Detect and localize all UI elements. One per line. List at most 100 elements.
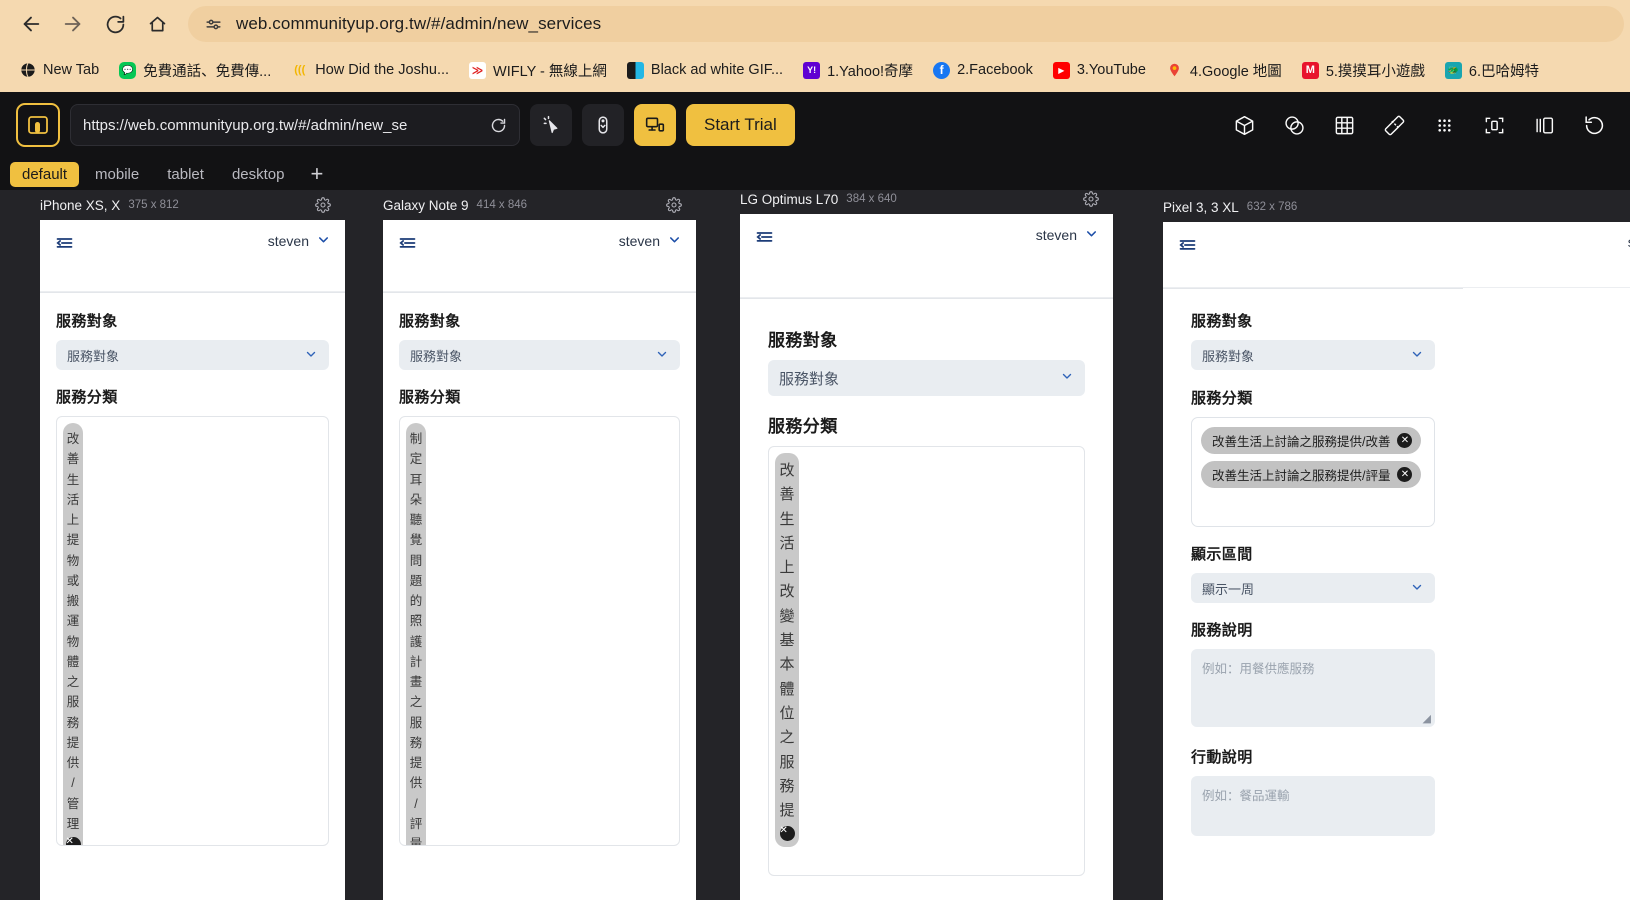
bookmark-item[interactable]: 4.Google 地圖 [1157, 56, 1291, 85]
back-button[interactable] [12, 5, 50, 43]
display-period-select[interactable]: 顯示一周 [1191, 573, 1435, 603]
home-button[interactable] [138, 5, 176, 43]
device-settings-gear-icon[interactable] [315, 197, 331, 213]
bookmark-item[interactable]: M 5.摸摸耳小遊戲 [1293, 56, 1434, 85]
user-name-label: steven [618, 233, 660, 249]
start-trial-button[interactable]: Start Trial [686, 104, 795, 146]
service-target-select[interactable]: 服務對象 [399, 340, 680, 370]
vertical-chip-char: 畫 [409, 675, 423, 689]
service-category-multiselect[interactable]: 改善生活上提物或搬運物體之服務提供 / 管理 ✕ [56, 416, 329, 846]
device-preset-tab-default[interactable]: default [10, 161, 80, 187]
bookmark-item[interactable]: ≫ WIFLY - 無線上網 [460, 56, 616, 85]
chevron-down-icon [655, 347, 669, 364]
forward-button[interactable] [54, 5, 92, 43]
youtube-icon: ▶ [1052, 61, 1070, 79]
emulated-page-header: steven [40, 220, 345, 292]
device-viewport[interactable]: steven 服務對象 服務對象 服務分類 改善生活上討論之服務提供/改善 ✕ … [1163, 222, 1630, 900]
vertical-chip-char: 評 [409, 816, 423, 831]
category-chip[interactable]: 改善生活上討論之服務提供/評量 ✕ [1201, 461, 1422, 488]
device-viewport[interactable]: steven 服務對象 服務對象 服務分類 改善生活上改變基本體位之服務提 ✕ [740, 214, 1113, 900]
vertical-chip-char: 本 [779, 656, 795, 674]
sizzy-logo-icon[interactable] [16, 103, 60, 147]
site-settings-icon[interactable] [202, 13, 224, 35]
focus-mode-icon[interactable] [1474, 105, 1514, 145]
bookmark-item[interactable]: 💬 免費通話、免費傳... [110, 56, 280, 85]
pointer-sync-button[interactable] [530, 104, 572, 146]
vertical-chip-char: / [71, 776, 75, 791]
service-target-select[interactable]: 服務對象 [1191, 340, 1435, 370]
device-preset-tab-tablet[interactable]: tablet [155, 162, 216, 187]
service-target-select[interactable]: 服務對象 [56, 340, 329, 370]
device-settings-gear-icon[interactable] [1083, 191, 1099, 207]
device-size-label: 414 x 846 [476, 199, 528, 211]
resize-grip-icon[interactable]: ◢ [1423, 712, 1431, 725]
category-chip[interactable]: 制定耳朵聽覺問題的照護計畫之服務提供/評量 ✕ [406, 423, 426, 845]
three-d-view-icon[interactable] [1224, 105, 1264, 145]
vertical-chip-char: 聽 [409, 513, 423, 527]
display-period-select-value: 顯示一周 [1202, 581, 1255, 597]
category-chip[interactable]: 改善生活上討論之服務提供/改善 ✕ [1201, 427, 1422, 454]
remove-chip-icon[interactable]: ✕ [65, 837, 81, 845]
remove-chip-icon[interactable]: ✕ [1397, 433, 1413, 448]
collapse-menu-icon[interactable] [54, 232, 75, 253]
bookmark-item[interactable]: Y! 1.Yahoo!奇摩 [794, 56, 922, 85]
vertical-chip-char: 上 [779, 559, 795, 577]
service-category-multiselect[interactable]: 改善生活上改變基本體位之服務提 ✕ [768, 446, 1085, 876]
collapse-menu-icon[interactable] [754, 226, 775, 247]
service-description-placeholder: 例如：用餐供應服務 [1202, 662, 1315, 676]
device-name-label: Pixel 3, 3 XL [1163, 199, 1239, 215]
user-menu[interactable]: steven [619, 232, 682, 250]
bookmark-item[interactable]: Black ad white GIF... [618, 58, 792, 83]
remove-chip-icon[interactable]: ✕ [1397, 467, 1413, 482]
service-category-label: 服務分類 [1191, 390, 1253, 407]
service-description-textarea[interactable]: 例如：用餐供應服務 ◢ [1191, 649, 1435, 727]
vertical-chip-char: 基 [779, 632, 795, 650]
bookmark-label: WIFLY - 無線上網 [493, 63, 607, 80]
service-category-multiselect[interactable]: 制定耳朵聽覺問題的照護計畫之服務提供/評量 ✕ [399, 416, 680, 846]
apps-dots-icon[interactable] [1424, 105, 1464, 145]
display-period-label: 顯示區間 [1191, 546, 1253, 563]
collapse-menu-icon[interactable] [397, 232, 418, 253]
reload-button[interactable] [96, 5, 134, 43]
bookmark-item[interactable]: (((How Did the Joshu... [282, 58, 458, 83]
device-preset-tab-desktop[interactable]: desktop [220, 162, 297, 187]
device-viewport[interactable]: steven 服務對象 服務對象 服務分類 改善生活上提物或搬運物體之服務提供 /… [40, 220, 345, 900]
device-canvas: iPhone XS, X 375 x 812 steven 服務對象 服務對象 … [0, 190, 1630, 900]
vertical-chip-char: 覺 [409, 533, 423, 548]
color-filters-icon[interactable] [1274, 105, 1314, 145]
action-description-textarea[interactable]: 例如：餐品運輸 [1191, 776, 1435, 836]
chevron-down-icon [1060, 369, 1074, 387]
grid-layout-icon[interactable] [1324, 105, 1364, 145]
bookmark-item[interactable]: 🐲 6.巴哈姆特 [1436, 56, 1548, 85]
app-url-input[interactable]: https://web.communityup.org.tw/#/admin/n… [70, 104, 520, 146]
service-category-multiselect[interactable]: 改善生活上討論之服務提供/改善 ✕ 改善生活上討論之服務提供/評量 ✕ [1191, 417, 1435, 527]
category-chip[interactable]: 改善生活上提物或搬運物體之服務提供 / 管理 ✕ [63, 423, 83, 845]
bookmark-item[interactable]: ▶ 3.YouTube [1044, 58, 1155, 83]
vertical-chip-char: 提 [66, 533, 80, 548]
user-menu[interactable]: steven [268, 232, 331, 250]
vertical-chip-char: 服 [409, 715, 423, 730]
chevron-down-icon [304, 347, 318, 364]
category-chip[interactable]: 改善生活上改變基本體位之服務提 ✕ [775, 453, 799, 848]
user-menu[interactable]: steven [1036, 226, 1099, 244]
bookmark-item[interactable]: New Tab [10, 58, 108, 83]
vertical-chip-char: 管 [66, 796, 80, 811]
remove-chip-icon[interactable]: ✕ [779, 826, 795, 842]
refresh-all-icon[interactable] [1574, 105, 1614, 145]
service-target-select[interactable]: 服務對象 [768, 360, 1085, 396]
device-viewport[interactable]: steven 服務對象 服務對象 服務分類 制定耳朵聽覺問題的照護計畫之服務提供… [383, 220, 696, 900]
add-device-preset-button[interactable]: + [300, 163, 333, 185]
scroll-sync-button[interactable] [582, 104, 624, 146]
device-preview-button[interactable] [634, 104, 676, 146]
device-settings-gear-icon[interactable] [666, 197, 682, 213]
vertical-chip-char: 善 [66, 452, 80, 467]
device-preset-tab-mobile[interactable]: mobile [83, 162, 151, 187]
split-view-icon[interactable] [1524, 105, 1564, 145]
device-name-label: LG Optimus L70 [740, 191, 839, 207]
app-url-reload-icon[interactable] [490, 117, 507, 134]
vertical-chip-char: 物 [66, 634, 80, 649]
bookmark-item[interactable]: f 2.Facebook [924, 58, 1042, 83]
measure-ruler-icon[interactable] [1374, 105, 1414, 145]
address-bar[interactable]: web.communityup.org.tw/#/admin/new_servi… [188, 6, 1624, 42]
collapse-menu-icon[interactable] [1177, 234, 1198, 255]
